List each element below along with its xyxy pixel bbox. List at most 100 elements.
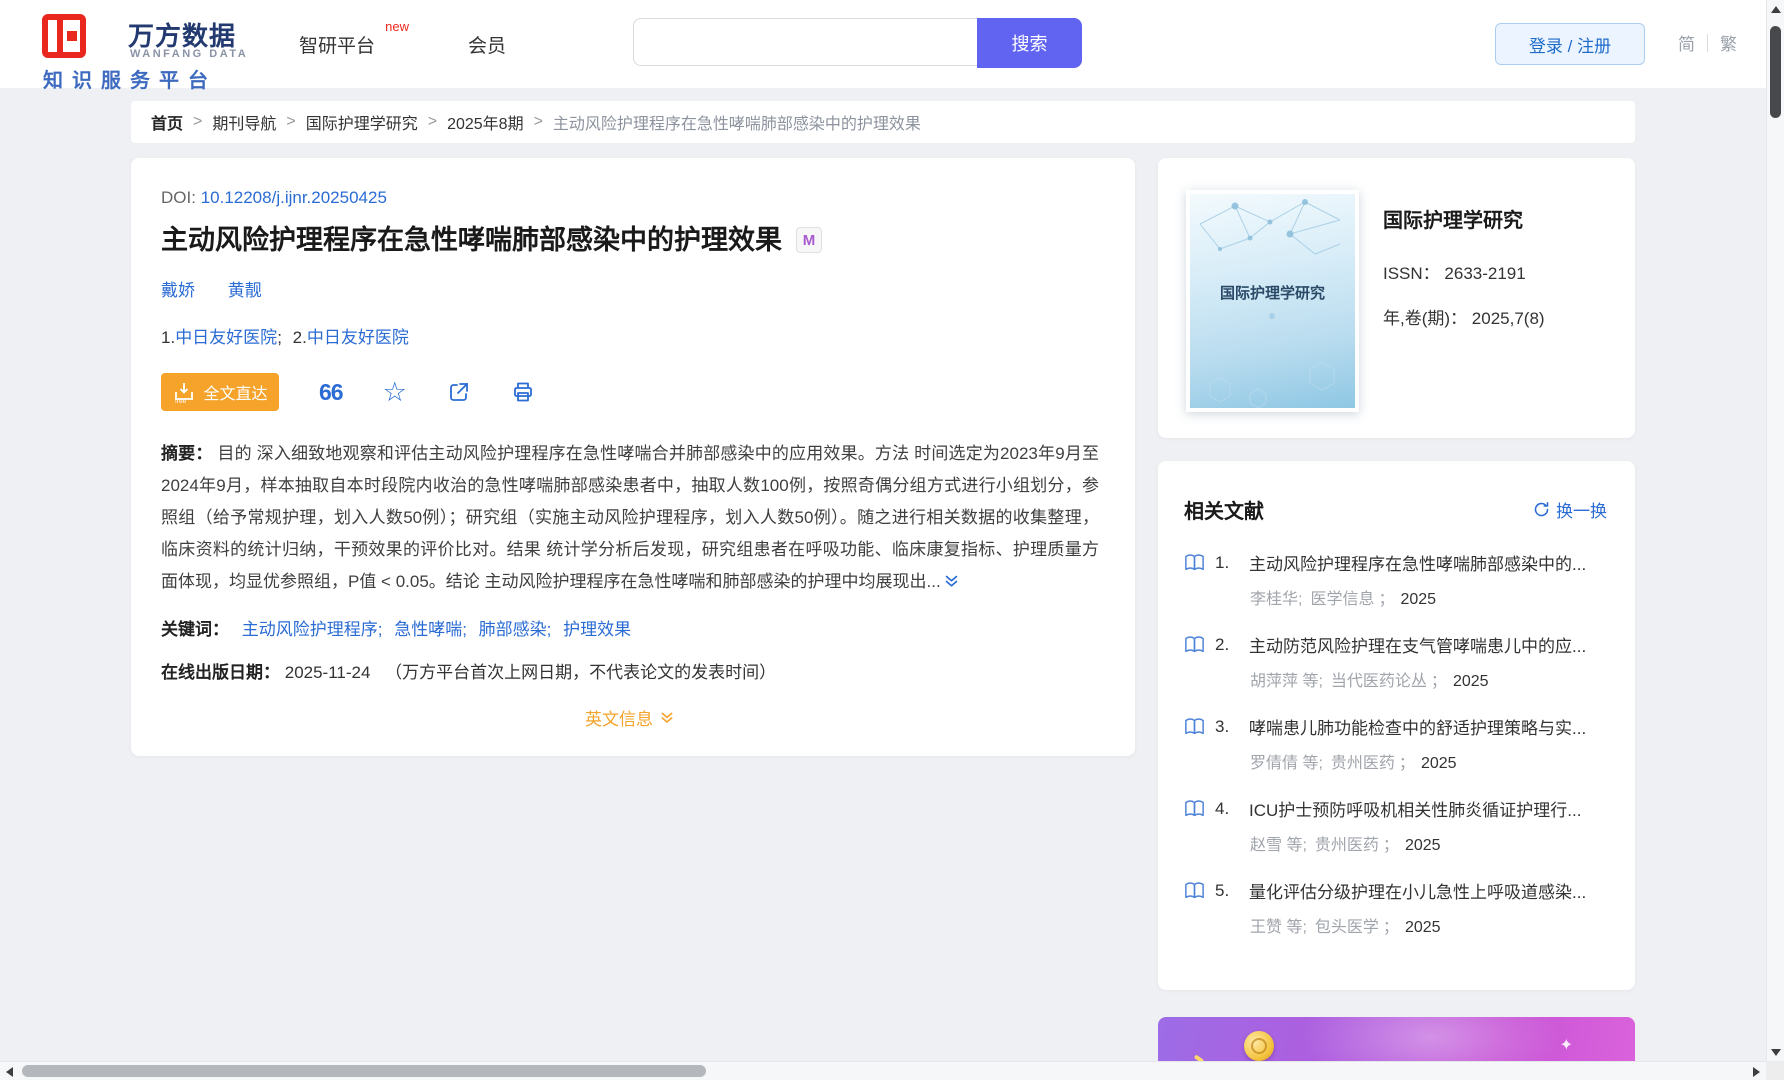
- scroll-right-arrow-icon[interactable]: [1747, 1062, 1766, 1080]
- related-item-title[interactable]: 量化评估分级护理在小儿急性上呼吸道感染...: [1249, 878, 1586, 903]
- related-item: 1. 主动风险护理程序在急性哮喘肺部感染中的... 李桂华;医学信息；2025: [1184, 550, 1607, 609]
- related-item-meta: 罗倩倩 等;贵州医药；2025: [1250, 749, 1607, 773]
- related-item-title[interactable]: 主动风险护理程序在急性哮喘肺部感染中的...: [1249, 550, 1586, 575]
- related-item-source[interactable]: 贵州医药: [1315, 837, 1379, 854]
- breadcrumb-journal-nav[interactable]: 期刊导航: [212, 110, 276, 134]
- related-item-source[interactable]: 当代医药论丛: [1331, 673, 1427, 690]
- breadcrumb: 首页 > 期刊导航 > 国际护理学研究 > 2025年8期 > 主动风险护理程序…: [131, 101, 1635, 143]
- journal-info: 国际护理学研究 ISSN： 2633-2191 年,卷(期)： 2025,7(8…: [1383, 190, 1545, 406]
- refresh-related-button[interactable]: 换一换: [1533, 497, 1607, 522]
- breadcrumb-issue[interactable]: 2025年8期: [447, 110, 524, 134]
- metrics-badge[interactable]: M: [796, 227, 822, 253]
- related-item: 2. 主动防范风险护理在支气管哮喘患儿中的应... 胡萍萍 等;当代医药论丛；2…: [1184, 632, 1607, 691]
- affiliation-separator: ;: [277, 328, 282, 347]
- journal-volume-row: 年,卷(期)： 2025,7(8): [1383, 304, 1545, 329]
- journal-cover[interactable]: 国际护理学研究: [1186, 190, 1359, 412]
- related-item-titleline: 2. 主动防范风险护理在支气管哮喘患儿中的应...: [1184, 632, 1607, 657]
- article-actions: free 全文直达 66 ☆: [161, 372, 1099, 412]
- keyword-link[interactable]: 肺部感染: [479, 620, 547, 639]
- lang-traditional[interactable]: 繁: [1720, 30, 1737, 55]
- related-item-titleline: 1. 主动风险护理程序在急性哮喘肺部感染中的...: [1184, 550, 1607, 575]
- fulltext-button[interactable]: free 全文直达: [161, 373, 279, 411]
- keyword-link[interactable]: 主动风险护理程序: [242, 620, 378, 639]
- related-item-title[interactable]: 主动防范风险护理在支气管哮喘患儿中的应...: [1249, 632, 1586, 657]
- share-icon[interactable]: [447, 380, 471, 404]
- keyword-link[interactable]: 护理效果: [563, 620, 631, 639]
- breadcrumb-separator: >: [534, 113, 543, 131]
- doi-link[interactable]: 10.12208/j.ijnr.20250425: [201, 188, 387, 207]
- related-item-source[interactable]: 医学信息: [1310, 591, 1374, 608]
- affiliation-link[interactable]: 中日友好医院: [175, 328, 277, 347]
- sparkle-icon: ✦: [1560, 1035, 1573, 1055]
- english-info-label: 英文信息: [585, 705, 653, 730]
- affiliation-number: 2.: [293, 328, 307, 347]
- login-register-label: 登录 / 注册: [1529, 32, 1611, 57]
- related-meta-separator: ；: [1431, 673, 1447, 690]
- vertical-scrollbar-thumb[interactable]: [1770, 26, 1781, 118]
- print-icon[interactable]: [511, 380, 535, 404]
- related-item-title[interactable]: 哮喘患儿肺功能检查中的舒适护理策略与实...: [1249, 714, 1586, 739]
- favorite-star-icon[interactable]: ☆: [383, 379, 407, 406]
- related-item-year: 2025: [1453, 673, 1489, 690]
- keyword-link[interactable]: 急性哮喘: [394, 620, 462, 639]
- author-link[interactable]: 戴娇: [161, 281, 195, 300]
- english-info-toggle[interactable]: 英文信息: [161, 705, 1099, 730]
- related-item-source[interactable]: 包头医学: [1315, 919, 1379, 936]
- related-item-year: 2025: [1421, 755, 1457, 772]
- cite-icon[interactable]: 66: [319, 381, 343, 404]
- search-button[interactable]: 搜索: [977, 18, 1082, 68]
- related-item: 3. 哮喘患儿肺功能检查中的舒适护理策略与实... 罗倩倩 等;贵州医药；202…: [1184, 714, 1607, 773]
- related-item-meta: 赵雪 等;贵州医药；2025: [1250, 831, 1607, 855]
- related-item-number: 4.: [1215, 799, 1241, 819]
- new-badge: new: [385, 19, 409, 34]
- login-register-button[interactable]: 登录 / 注册: [1495, 23, 1645, 65]
- related-item-number: 2.: [1215, 635, 1241, 655]
- free-download-icon: free: [172, 380, 196, 404]
- site-logo[interactable]: 万方数据 WANFANG DATA 知识服务平台: [40, 8, 280, 84]
- book-icon: [1184, 553, 1205, 572]
- related-item-meta: 胡萍萍 等;当代医药论丛；2025: [1250, 667, 1607, 691]
- scroll-up-arrow-icon[interactable]: [1767, 0, 1784, 18]
- sidebar: 国际护理学研究 国际护理学研究 ISSN： 2633-2191 年,卷(期)： …: [1158, 158, 1635, 1080]
- affiliation-link[interactable]: 中日友好医院: [307, 328, 409, 347]
- scroll-down-arrow-icon[interactable]: [1767, 1043, 1784, 1061]
- author-link[interactable]: 黄靓: [228, 281, 262, 300]
- lang-simplified[interactable]: 简: [1678, 30, 1695, 55]
- nav-zhiyan-label: 智研平台: [299, 36, 375, 57]
- keywords-row: 关键词： 主动风险护理程序; 急性哮喘; 肺部感染; 护理效果: [161, 615, 1099, 640]
- book-icon: [1184, 799, 1205, 818]
- abstract: 摘要： 目的 深入细致地观察和评估主动风险护理程序在急性哮喘合并肺部感染中的应用…: [161, 438, 1099, 601]
- chevron-double-down-icon: [659, 710, 675, 726]
- abstract-label: 摘要：: [161, 444, 213, 463]
- refresh-label: 换一换: [1556, 497, 1607, 522]
- fulltext-label: 全文直达: [203, 380, 267, 404]
- horizontal-scrollbar-thumb[interactable]: [22, 1065, 706, 1077]
- related-item-title[interactable]: ICU护士预防呼吸机相关性肺炎循证护理行...: [1249, 796, 1581, 821]
- related-item-source[interactable]: 贵州医药: [1331, 755, 1395, 772]
- wanfang-logo-icon: [42, 14, 86, 58]
- nav-zhiyan-platform[interactable]: 智研平台 new: [299, 31, 375, 58]
- keywords-label: 关键词：: [161, 620, 229, 639]
- search-input[interactable]: [633, 18, 977, 66]
- journal-name[interactable]: 国际护理学研究: [1383, 204, 1545, 233]
- related-item-year: 2025: [1405, 919, 1441, 936]
- svg-text:free: free: [175, 398, 187, 404]
- related-item-titleline: 3. 哮喘患儿肺功能检查中的舒适护理策略与实...: [1184, 714, 1607, 739]
- doi-row: DOI: 10.12208/j.ijnr.20250425: [161, 188, 1099, 208]
- content-area: DOI: 10.12208/j.ijnr.20250425 主动风险护理程序在急…: [131, 158, 1635, 1080]
- issn-label: ISSN：: [1383, 264, 1440, 283]
- related-item-year: 2025: [1405, 837, 1441, 854]
- horizontal-scrollbar[interactable]: [0, 1061, 1766, 1080]
- related-meta-separator: ；: [1383, 919, 1399, 936]
- breadcrumb-journal[interactable]: 国际护理学研究: [306, 110, 418, 134]
- nav-member[interactable]: 会员: [468, 31, 506, 58]
- affiliations-row: 1.中日友好医院; 2.中日友好医院: [161, 323, 1099, 348]
- vertical-scrollbar[interactable]: [1766, 0, 1784, 1061]
- expand-abstract-icon[interactable]: [943, 569, 960, 601]
- journal-cover-title: 国际护理学研究: [1190, 282, 1355, 303]
- related-meta-separator: ；: [1383, 837, 1399, 854]
- star-glyph: ☆: [383, 379, 407, 406]
- breadcrumb-home[interactable]: 首页: [151, 110, 183, 134]
- related-literature-card: 相关文献 换一换 1. 主动风险护: [1158, 461, 1635, 990]
- scroll-left-arrow-icon[interactable]: [0, 1062, 19, 1080]
